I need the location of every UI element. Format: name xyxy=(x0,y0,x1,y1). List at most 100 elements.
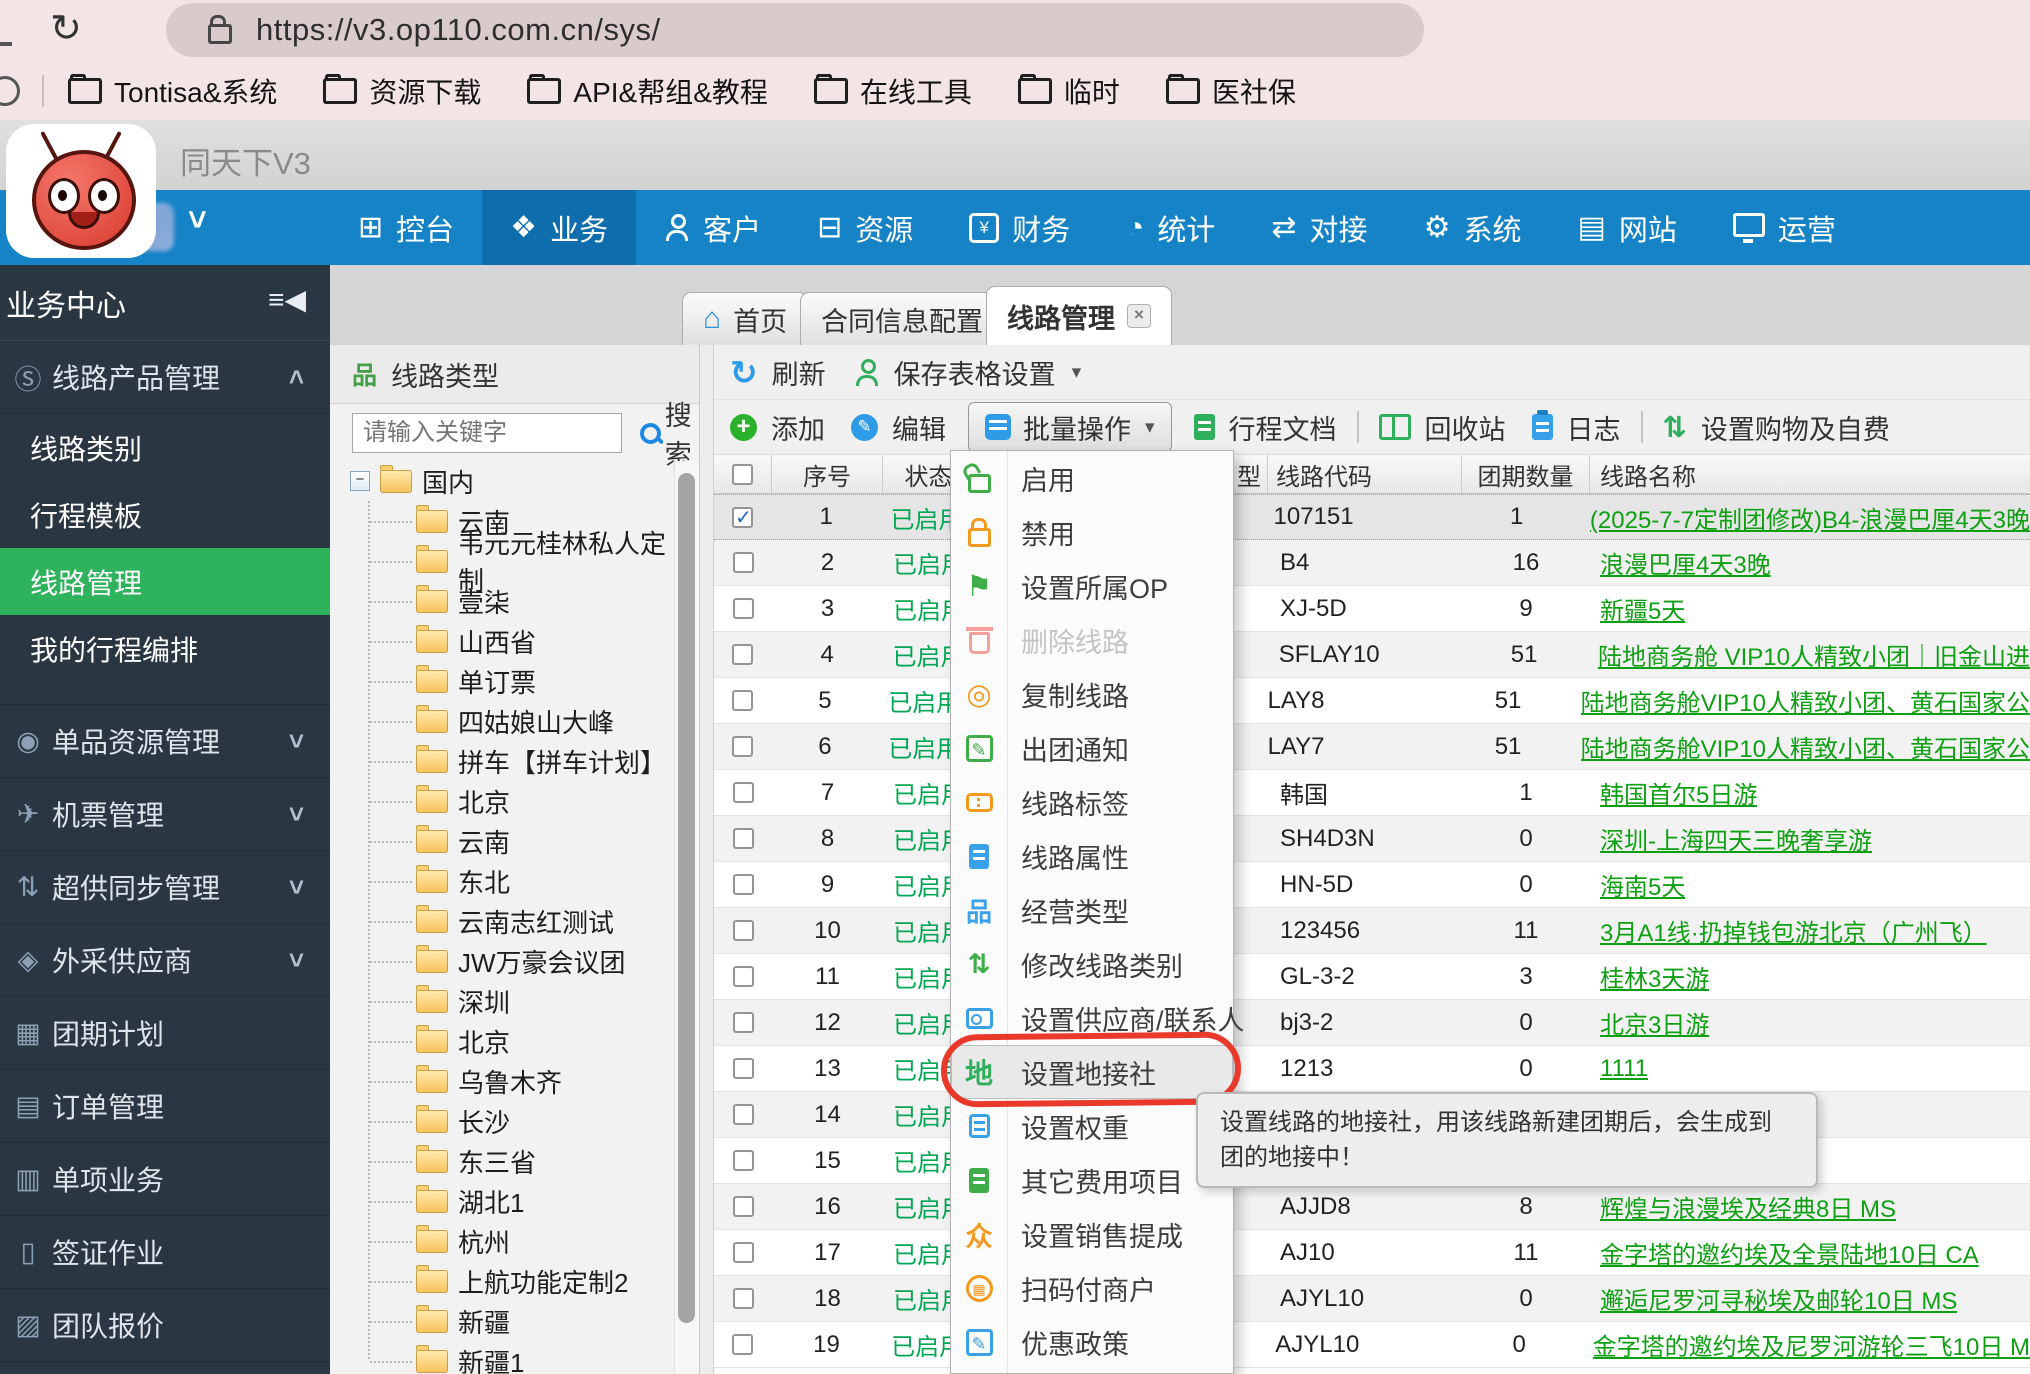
tree-node[interactable]: 韦元元桂林私人定制 xyxy=(330,529,676,596)
nav-item-money[interactable]: ¥ 财务 xyxy=(941,190,1098,265)
tree-node[interactable]: 云南志红测试 xyxy=(330,901,676,941)
bookmark-item[interactable]: API&帮组&教程 xyxy=(527,71,768,111)
menu-item[interactable]: 品经营类型 xyxy=(951,883,1233,937)
save-settings-caret-icon[interactable]: ▾ xyxy=(1072,361,1082,384)
row-checkbox[interactable] xyxy=(732,1012,754,1033)
select-all-checkbox[interactable] xyxy=(732,463,753,485)
row-checkbox[interactable] xyxy=(732,1334,754,1355)
row-checkbox[interactable] xyxy=(732,1104,754,1125)
route-name-link[interactable]: 1111 xyxy=(1600,1055,1648,1083)
menu-item[interactable]: ▦ 扫码付商户 xyxy=(951,1261,1233,1315)
search-input[interactable] xyxy=(352,413,622,453)
table-row[interactable]: 17 已启用 AJ10 11 金字塔的邀约埃及全景陆地10日 CA xyxy=(714,1230,2030,1276)
nav-item-link[interactable]: ⇄ 对接 xyxy=(1243,190,1395,265)
table-row[interactable]: 11 已启用 GL-3-2 3 桂林3天游 xyxy=(714,954,2030,1000)
sidebar-group-4[interactable]: ◈ 外采供应商 ˅ xyxy=(0,924,330,997)
tree-node[interactable]: JW万豪会议团 xyxy=(330,941,676,981)
tree-node[interactable]: 四姑娘山大峰 xyxy=(330,701,676,741)
tree-node[interactable]: 上航功能定制2 xyxy=(330,1261,676,1301)
sidebar-group-9[interactable]: ▨ 团队报价 xyxy=(0,1289,330,1362)
refresh-button[interactable]: 刷新 xyxy=(772,353,826,392)
menu-item[interactable]: 线路属性 xyxy=(951,829,1233,883)
route-name-link[interactable]: 新疆5天 xyxy=(1600,591,1685,626)
row-checkbox[interactable] xyxy=(732,920,754,941)
search-icon[interactable] xyxy=(640,423,661,444)
nav-item-cube[interactable]: ❖ 业务 xyxy=(482,190,637,265)
sidebar-group-1[interactable]: ◉ 单品资源管理 ˅ xyxy=(0,705,330,778)
sidebar-group-3[interactable]: ⇅ 超供同步管理 ˅ xyxy=(0,851,330,924)
sidebar-item-active[interactable]: 线路管理 xyxy=(0,548,330,615)
sidebar-group-5[interactable]: ▦ 团期计划 xyxy=(0,997,330,1070)
edit-button[interactable]: 编辑 xyxy=(892,408,946,447)
row-checkbox[interactable] xyxy=(732,505,754,530)
add-button[interactable]: 添加 xyxy=(771,408,825,447)
route-name-link[interactable]: (2025-7-7定制团修改)B4-浪漫巴厘4天3晚 xyxy=(1590,500,2030,535)
table-row[interactable]: 1已启用1071511(2025-7-7定制团修改)B4-浪漫巴厘4天3晚 xyxy=(714,494,2030,540)
table-row[interactable]: 7 已启用 韩国 1 韩国首尔5日游 xyxy=(714,770,2030,816)
route-name-link[interactable]: 北京3日游 xyxy=(1600,1005,1709,1040)
column-header-code[interactable]: 线路代码 xyxy=(1268,455,1462,493)
url-bar[interactable]: https://v3.op110.com.cn/sys/ xyxy=(166,3,1424,57)
row-checkbox[interactable] xyxy=(732,874,754,895)
column-header-no[interactable]: 序号 xyxy=(772,455,883,493)
row-checkbox[interactable] xyxy=(732,1150,754,1171)
route-name-link[interactable]: 海南5天 xyxy=(1600,867,1685,902)
menu-item-set-ground-agency[interactable]: 地设置地接社 xyxy=(951,1045,1233,1099)
tree-node[interactable]: 云南 xyxy=(330,821,676,861)
sidebar-group-7[interactable]: ▥ 单项业务 xyxy=(0,1143,330,1216)
tree-node[interactable]: 长沙 xyxy=(330,1101,676,1141)
panel-splitter[interactable] xyxy=(700,345,714,1374)
row-checkbox[interactable] xyxy=(732,552,754,573)
tree-node[interactable]: 东北 xyxy=(330,861,676,901)
user-menu-chevron-icon[interactable]: ˅ xyxy=(188,202,207,239)
nav-item-printer[interactable]: ⊟ 资源 xyxy=(789,190,941,265)
tree-node[interactable]: 北京 xyxy=(330,781,676,821)
row-checkbox[interactable] xyxy=(731,690,753,711)
table-row[interactable]: 18 已启用 AJYL10 0 邂逅尼罗河寻秘埃及邮轮10日 MS xyxy=(714,1276,2030,1322)
route-name-link[interactable]: 3月A1线·扔掉钱包游北京（广州飞） xyxy=(1600,913,1987,948)
nav-item-stats[interactable]: ◔ 统计 xyxy=(1098,190,1243,265)
batch-operations-button[interactable]: 批量操作 ▾ xyxy=(968,402,1172,452)
bookmark-item[interactable]: 资源下载 xyxy=(323,71,481,111)
nav-item-gear[interactable]: ⚙ 系统 xyxy=(1396,190,1550,265)
nav-item-site[interactable]: ▤ 网站 xyxy=(1549,190,1704,265)
menu-item[interactable]: 线路标签 xyxy=(951,775,1233,829)
sidebar-group-2[interactable]: ✈ 机票管理 ˅ xyxy=(0,778,330,851)
tree-node[interactable]: 单订票 xyxy=(330,661,676,701)
row-checkbox[interactable] xyxy=(732,966,754,987)
bookmark-item[interactable]: Tontisa&系统 xyxy=(68,71,277,111)
tree-node[interactable]: 乌鲁木齐 xyxy=(330,1061,676,1101)
row-checkbox[interactable] xyxy=(732,828,754,849)
sidebar-collapse-icon[interactable]: ≡◀ xyxy=(268,283,306,316)
tree-node[interactable]: 新疆 xyxy=(330,1301,676,1341)
menu-item[interactable]: 其它费用项目 xyxy=(951,1153,1233,1207)
column-header-count[interactable]: 团期数量 xyxy=(1462,455,1590,493)
menu-item[interactable]: ◎ 复制线路 xyxy=(951,667,1233,721)
table-row[interactable]: 5 已启用 LAY8 51 陆地商务舱VIP10人精致小团、黄石国家公 xyxy=(714,678,2030,724)
sidebar-group-6[interactable]: ▤ 订单管理 xyxy=(0,1070,330,1143)
trip-document-button[interactable]: 行程文档 xyxy=(1229,408,1337,447)
table-row[interactable]: 9 已启用 HN-5D 0 海南5天 xyxy=(714,862,2030,908)
menu-item[interactable]: 众设置销售提成 xyxy=(951,1207,1233,1261)
table-row[interactable]: 3 已启用 XJ-5D 9 新疆5天 xyxy=(714,586,2030,632)
log-button[interactable]: 日志 xyxy=(1567,408,1621,447)
row-checkbox[interactable] xyxy=(732,598,754,619)
row-checkbox[interactable] xyxy=(732,782,754,803)
tree-node[interactable]: 拼车【拼车计划】 xyxy=(330,741,676,781)
table-row[interactable]: 6 已启用 LAY7 51 陆地商务舱VIP10人精致小团、黄石国家公 xyxy=(714,724,2030,770)
table-row[interactable]: 10 已启用 123456 11 3月A1线·扔掉钱包游北京（广州飞） xyxy=(714,908,2030,954)
route-name-link[interactable]: 桂林3天游 xyxy=(1600,959,1709,994)
tree-node[interactable]: 北京 xyxy=(330,1021,676,1061)
menu-item[interactable]: 启用 xyxy=(951,451,1233,505)
row-checkbox[interactable] xyxy=(732,644,754,665)
tree-node[interactable]: 湖北1 xyxy=(330,1181,676,1221)
tree-node[interactable]: 壹柒 xyxy=(330,581,676,621)
tree-scrollbar[interactable] xyxy=(674,461,699,1374)
menu-item[interactable]: ⇅ 修改线路类别 xyxy=(951,937,1233,991)
menu-item[interactable]: ⚑ 设置所属OP xyxy=(951,559,1233,613)
route-name-link[interactable]: 辉煌与浪漫埃及经典8日 MS xyxy=(1600,1189,1896,1224)
menu-item[interactable]: 设置供应商/联系人 xyxy=(951,991,1245,1045)
table-row[interactable]: 19 已启用 AJYL10 0 金字塔的邀约埃及尼罗河游轮三飞10日 M xyxy=(714,1322,2030,1368)
tree-node[interactable]: 新疆1 xyxy=(330,1341,676,1374)
sidebar-item[interactable]: 行程模板 xyxy=(0,481,330,548)
